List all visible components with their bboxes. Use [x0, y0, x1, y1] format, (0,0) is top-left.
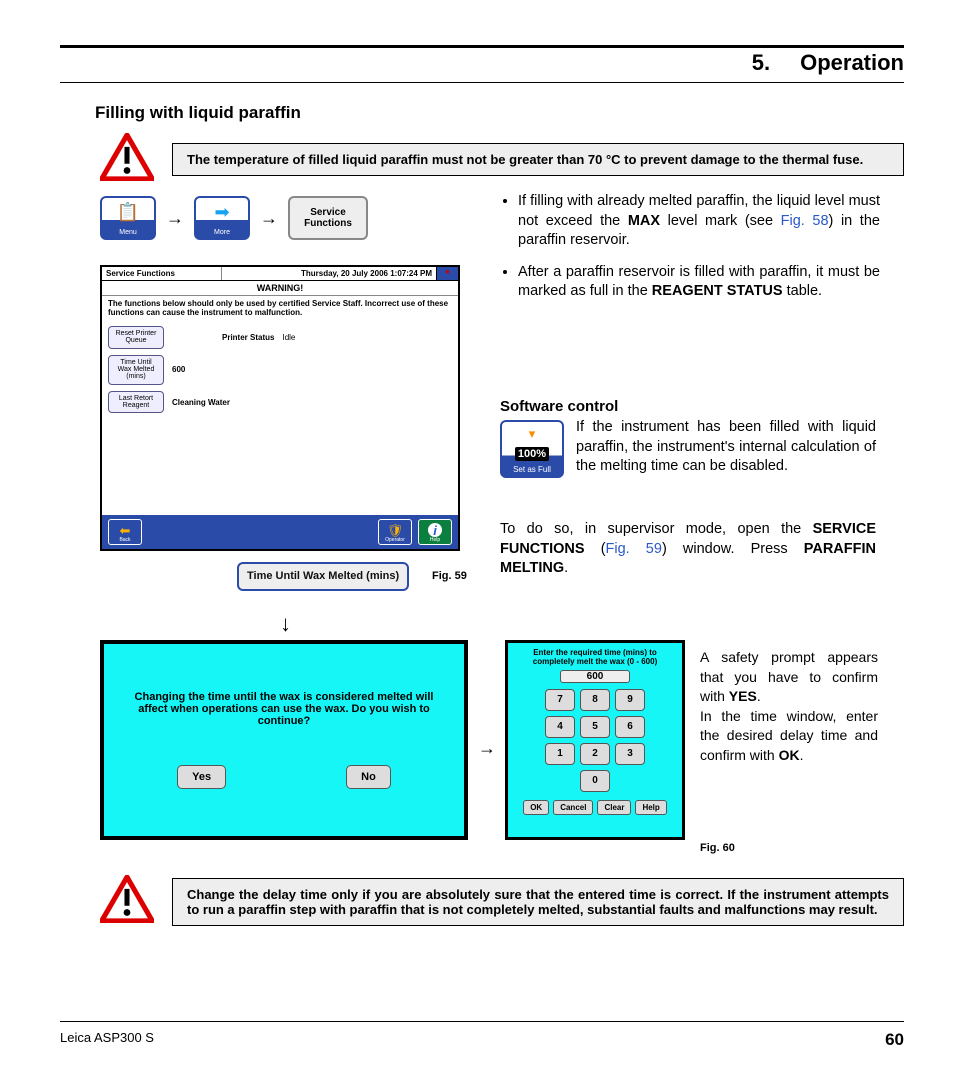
header-rule — [60, 45, 904, 48]
cancel-button[interactable]: Cancel — [553, 800, 593, 815]
bullet-1: If filling with already melted paraffin,… — [518, 192, 880, 251]
chapter-number: 5. — [752, 50, 770, 76]
chapter-title: Operation — [800, 50, 904, 76]
reset-printer-queue-button[interactable]: Reset Printer Queue — [108, 326, 164, 349]
clear-button[interactable]: Clear — [597, 800, 631, 815]
warning-box-1: The temperature of filled liquid paraffi… — [172, 143, 904, 176]
bullet-2: After a paraffin reservoir is filled wit… — [518, 263, 880, 302]
page-number: 60 — [885, 1030, 904, 1050]
key-7[interactable]: 7 — [545, 689, 575, 711]
help-button[interactable]: Help — [635, 800, 666, 815]
numpad-display: 600 — [560, 670, 630, 683]
key-0[interactable]: 0 — [580, 770, 610, 792]
key-5[interactable]: 5 — [580, 716, 610, 738]
warning-icon — [100, 875, 154, 928]
operator-button[interactable]: 🛡Operator — [378, 519, 412, 545]
fig-59-label: Fig. 59 — [432, 570, 467, 582]
confirm-prompt: Changing the time until the wax is consi… — [100, 640, 468, 840]
key-4[interactable]: 4 — [545, 716, 575, 738]
key-1[interactable]: 1 — [545, 743, 575, 765]
ss-date: Thursday, 20 July 2006 1:07:24 PM — [222, 267, 436, 280]
software-control-text-2: To do so, in supervisor mode, open the S… — [500, 520, 876, 579]
set-full-label: Set as Full — [513, 465, 551, 474]
warning-icon — [100, 133, 154, 186]
page-footer: Leica ASP300 S 60 — [60, 1030, 904, 1050]
ss-warning-label: WARNING! — [102, 281, 458, 296]
page-header: 5. Operation — [60, 50, 904, 83]
numpad-dialog: Enter the required time (mins) to comple… — [505, 640, 685, 840]
arrow-icon: → — [478, 738, 496, 759]
software-control-heading: Software control — [500, 398, 618, 415]
time-until-wax-melted-button[interactable]: Time Until Wax Melted (mins) — [237, 562, 409, 591]
wax-time-value: 600 — [172, 365, 185, 374]
clipboard-icon: 📋 — [117, 202, 139, 223]
percent-label: 100% — [515, 447, 549, 461]
footer-rule — [60, 1021, 904, 1022]
ok-button[interactable]: OK — [523, 800, 549, 815]
ss-status-icon: ● — [436, 267, 458, 280]
yes-button[interactable]: Yes — [177, 765, 226, 789]
warning-row-2: Change the delay time only if you are ab… — [100, 875, 904, 928]
key-6[interactable]: 6 — [615, 716, 645, 738]
warning-box-2: Change the delay time only if you are ab… — [172, 878, 904, 926]
more-button[interactable]: ➡ More — [194, 196, 250, 240]
last-retort-reagent-button[interactable]: Last Retort Reagent — [108, 391, 164, 414]
more-label: More — [214, 229, 230, 236]
section-title: Filling with liquid paraffin — [95, 103, 904, 123]
menu-button[interactable]: 📋 Menu — [100, 196, 156, 240]
arrow-icon: → — [260, 208, 278, 229]
fig-60-label: Fig. 60 — [700, 842, 735, 854]
ss-title: Service Functions — [102, 267, 222, 280]
arrow-icon: → — [166, 208, 184, 229]
bullet-list: If filling with already melted paraffin,… — [500, 192, 880, 314]
numpad-grid: 7 8 9 4 5 6 1 2 3 0 — [545, 689, 645, 792]
svc-label: Service Functions — [290, 207, 366, 229]
arrow-right-icon: ➡ — [214, 202, 229, 223]
operator-icon: 🛡 — [387, 524, 404, 537]
software-control-text: If the instrument has been filled with l… — [576, 418, 876, 477]
last-reagent-value: Cleaning Water — [172, 398, 230, 407]
key-2[interactable]: 2 — [580, 743, 610, 765]
prompt-message: Changing the time until the wax is consi… — [104, 691, 464, 727]
fig-ref-59[interactable]: Fig. 59 — [606, 541, 662, 557]
service-functions-button[interactable]: Service Functions — [288, 196, 368, 240]
key-3[interactable]: 3 — [615, 743, 645, 765]
service-functions-screenshot: Service Functions Thursday, 20 July 2006… — [100, 265, 460, 551]
set-as-full-button[interactable]: ▾ 100% Set as Full — [500, 420, 564, 478]
help-button[interactable]: iHelp — [418, 519, 452, 545]
back-button[interactable]: ⬅Back — [108, 519, 142, 545]
no-button[interactable]: No — [346, 765, 391, 789]
key-9[interactable]: 9 — [615, 689, 645, 711]
printer-status-label: Printer Status — [222, 333, 274, 342]
key-8[interactable]: 8 — [580, 689, 610, 711]
product-name: Leica ASP300 S — [60, 1030, 154, 1050]
down-arrow-icon: ↓ — [280, 611, 291, 637]
info-icon: i — [428, 523, 442, 537]
right-column-text: A safety prompt appears that you have to… — [700, 648, 878, 766]
ss-warning-note: The functions below should only be used … — [102, 296, 458, 320]
flame-icon: ▾ — [529, 426, 536, 442]
numpad-heading: Enter the required time (mins) to comple… — [514, 649, 676, 667]
time-until-wax-button[interactable]: Time Until Wax Melted (mins) — [108, 355, 164, 385]
printer-status-value: Idle — [282, 333, 295, 342]
fig-ref-58[interactable]: Fig. 58 — [781, 213, 829, 229]
menu-label: Menu — [119, 229, 137, 236]
warning-row-1: The temperature of filled liquid paraffi… — [100, 133, 904, 186]
back-arrow-icon: ⬅ — [120, 524, 131, 537]
